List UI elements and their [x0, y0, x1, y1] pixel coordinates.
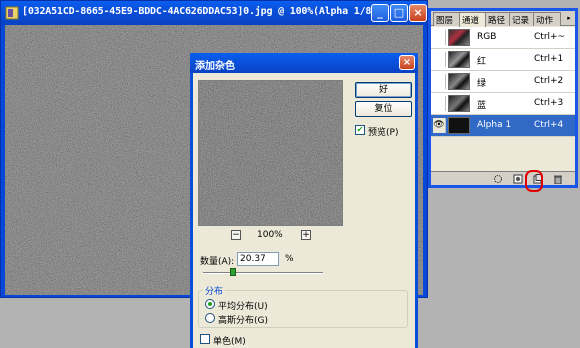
amount-slider-track[interactable] — [203, 272, 323, 274]
tab-history[interactable]: 记录 — [509, 12, 534, 26]
load-selection-icon[interactable] — [493, 174, 503, 184]
gaussian-radio[interactable] — [205, 313, 215, 323]
maximize-button[interactable]: □ — [390, 4, 408, 22]
channel-thumbnail — [448, 29, 470, 46]
monochrome-label: 单色(M) — [213, 337, 246, 347]
filter-preview[interactable] — [198, 80, 343, 226]
zoom-out-button[interactable]: − — [231, 230, 241, 240]
highlight-circle — [525, 170, 543, 192]
reset-button[interactable]: 复位 — [355, 101, 412, 117]
channel-shortcut: Ctrl+1 — [534, 54, 564, 64]
dialog-title-bar[interactable]: 添加杂色 × — [190, 53, 418, 73]
uniform-radio[interactable] — [205, 299, 215, 309]
trash-icon[interactable] — [553, 174, 563, 185]
visibility-eye-icon[interactable] — [433, 30, 446, 45]
visibility-eye-icon[interactable]: 👁 — [433, 118, 446, 133]
channel-list: RGB Ctrl+~ 红 Ctrl+1 绿 Ctrl+2 蓝 Ctrl+3 👁 … — [431, 27, 575, 137]
channel-name: Alpha 1 — [477, 120, 512, 130]
save-selection-icon[interactable] — [513, 174, 523, 184]
channel-thumbnail — [448, 117, 470, 134]
tab-channels[interactable]: 通道 — [459, 12, 486, 27]
tab-paths[interactable]: 路径 — [485, 12, 510, 26]
ok-button[interactable]: 好 — [355, 82, 412, 98]
document-title: [032A51CD-8665-45E9-BDDC-4AC626DDAC53]0.… — [22, 6, 378, 17]
channels-palette: 图层 通道 路径 记录 动作 ▸ RGB Ctrl+~ 红 Ctrl+1 绿 C… — [428, 8, 578, 188]
channel-row-blue[interactable]: 蓝 Ctrl+3 — [431, 93, 575, 115]
channel-shortcut: Ctrl+2 — [534, 76, 564, 86]
channel-name: 绿 — [477, 79, 487, 89]
minimize-button[interactable]: _ — [371, 4, 389, 22]
document-title-bar[interactable]: [032A51CD-8665-45E9-BDDC-4AC626DDAC53]0.… — [1, 1, 427, 25]
channel-thumbnail — [448, 73, 470, 90]
channel-name: 蓝 — [477, 101, 487, 111]
palette-menu-icon[interactable]: ▸ — [564, 13, 574, 23]
zoom-level: 100% — [257, 230, 283, 240]
distribution-label: 分布 — [203, 284, 226, 297]
channel-row-red[interactable]: 红 Ctrl+1 — [431, 49, 575, 71]
palette-tab-bar: 图层 通道 路径 记录 动作 ▸ — [431, 11, 575, 27]
tab-actions[interactable]: 动作 — [533, 12, 561, 26]
photoshop-icon — [5, 6, 19, 20]
preview-label: 预览(P) — [368, 128, 399, 138]
channel-name: RGB — [477, 32, 497, 42]
channel-shortcut: Ctrl+4 — [534, 120, 564, 130]
dialog-close-button[interactable]: × — [399, 55, 415, 70]
close-button[interactable]: × — [409, 4, 427, 22]
channel-thumbnail — [448, 95, 470, 112]
channel-row-alpha-1[interactable]: 👁 Alpha 1 Ctrl+4 — [431, 115, 575, 137]
channel-name: 红 — [477, 57, 487, 67]
visibility-eye-icon[interactable] — [433, 96, 446, 111]
amount-label: 数量(A): — [200, 257, 235, 267]
channel-thumbnail — [448, 51, 470, 68]
amount-slider-thumb[interactable] — [230, 268, 236, 276]
gaussian-label: 高斯分布(G) — [218, 316, 268, 326]
visibility-eye-icon[interactable] — [433, 52, 446, 67]
visibility-eye-icon[interactable] — [433, 74, 446, 89]
dialog-title: 添加杂色 — [195, 61, 235, 72]
amount-unit: % — [285, 254, 294, 264]
add-noise-dialog: 添加杂色 × − 100% + 好 复位 ✔ 预览(P) 数量(A): 20.3… — [190, 53, 418, 348]
channel-shortcut: Ctrl+~ — [534, 32, 566, 42]
amount-input[interactable]: 20.37 — [237, 252, 279, 266]
palette-button-bar — [431, 171, 575, 185]
preview-noise-texture — [199, 81, 342, 225]
uniform-label: 平均分布(U) — [218, 302, 268, 312]
preview-checkbox[interactable]: ✔ — [355, 125, 365, 135]
tab-layers[interactable]: 图层 — [433, 12, 460, 26]
zoom-in-button[interactable]: + — [301, 230, 311, 240]
monochrome-checkbox[interactable] — [200, 334, 210, 344]
channel-shortcut: Ctrl+3 — [534, 98, 564, 108]
channel-row-rgb[interactable]: RGB Ctrl+~ — [431, 27, 575, 49]
channel-row-green[interactable]: 绿 Ctrl+2 — [431, 71, 575, 93]
